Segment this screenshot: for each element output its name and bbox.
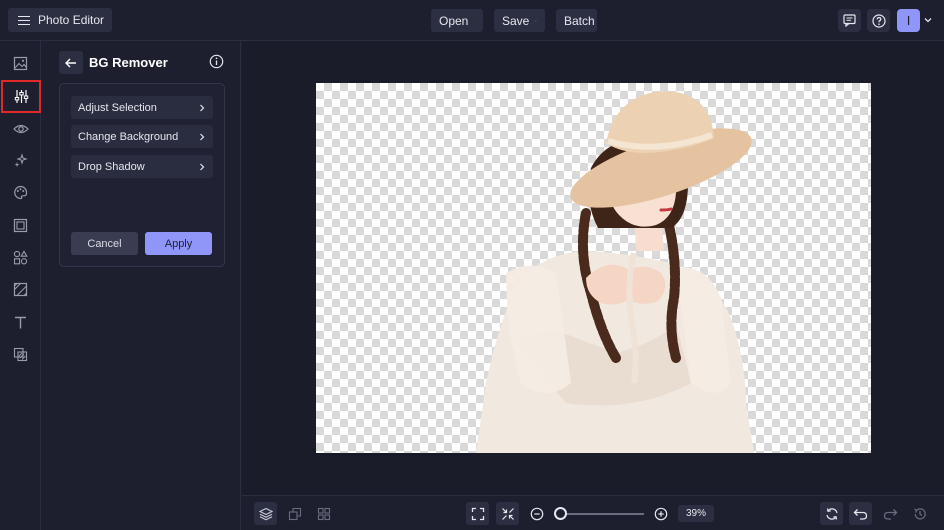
rail-item-graphics[interactable] — [6, 243, 35, 272]
rail-item-overlays[interactable] — [6, 340, 35, 369]
chevron-right-icon — [200, 104, 205, 111]
layers-icon — [258, 507, 273, 520]
feedback-button[interactable] — [838, 9, 861, 32]
save-menu-label: Save — [502, 13, 530, 28]
cancel-button[interactable]: Cancel — [71, 232, 138, 255]
cutout-subject-image — [476, 91, 754, 453]
rail-item-paint[interactable] — [6, 178, 35, 207]
fit-to-screen-button[interactable] — [466, 502, 489, 525]
info-icon[interactable] — [209, 54, 224, 69]
rail-item-image[interactable] — [6, 49, 35, 78]
fit-screen-icon — [471, 507, 484, 520]
drop-shadow-label: Drop Shadow — [78, 160, 145, 173]
help-button[interactable] — [867, 9, 890, 32]
text-icon — [15, 316, 26, 329]
history-button[interactable] — [908, 502, 931, 525]
change-background-option[interactable]: Change Background — [71, 125, 213, 148]
sparkle-effects-icon — [14, 153, 28, 167]
arrange-button[interactable] — [283, 502, 306, 525]
rail-item-effects[interactable] — [6, 146, 35, 175]
image-icon — [13, 56, 28, 71]
save-menu-button[interactable]: Save — [494, 9, 545, 32]
user-avatar[interactable]: I — [897, 9, 920, 32]
rail-item-text[interactable] — [6, 308, 35, 337]
back-button[interactable] — [59, 51, 83, 74]
redo-button[interactable] — [879, 502, 902, 525]
tool-rail — [0, 41, 41, 530]
grid-button[interactable] — [312, 502, 335, 525]
rail-item-adjustments[interactable] — [1, 80, 41, 113]
refresh-icon — [825, 507, 838, 520]
layers-button[interactable] — [254, 502, 277, 525]
shapes-icon — [13, 250, 28, 265]
panel-title: BG Remover — [89, 55, 168, 70]
reset-button[interactable] — [820, 502, 843, 525]
bg-remover-panel: BG Remover Adjust Selection Change Backg… — [41, 41, 241, 530]
drop-shadow-option[interactable]: Drop Shadow — [71, 155, 213, 178]
account-chevron-down-icon[interactable] — [924, 16, 932, 24]
change-background-label: Change Background — [78, 130, 179, 143]
chevron-down-icon — [474, 20, 475, 21]
eye-icon — [12, 124, 29, 133]
avatar-initial: I — [906, 13, 911, 28]
photo-layer[interactable] — [316, 83, 871, 453]
hamburger-icon — [18, 15, 30, 25]
top-bar: Photo Editor Open Save Batch I — [0, 0, 944, 41]
zoom-slider-track[interactable] — [556, 513, 644, 515]
grid-icon — [317, 507, 330, 520]
main-menu-button[interactable]: Photo Editor — [8, 8, 113, 32]
bg-remover-options-card: Adjust Selection Change Background Drop … — [59, 83, 225, 267]
frame-icon — [13, 218, 28, 233]
zoom-slider-handle[interactable] — [554, 507, 567, 520]
bottom-toolbar: 39% — [242, 495, 944, 530]
rail-item-view[interactable] — [6, 114, 35, 143]
chevron-right-icon — [200, 163, 205, 170]
actual-size-button[interactable] — [496, 502, 519, 525]
texture-icon — [13, 282, 28, 297]
open-menu-label: Open — [439, 13, 469, 28]
adjustments-sliders-icon — [14, 90, 28, 103]
batch-button[interactable]: Batch — [556, 9, 597, 32]
rail-item-textures[interactable] — [6, 275, 35, 304]
chevron-down-icon — [535, 20, 537, 21]
apply-button[interactable]: Apply — [145, 232, 212, 255]
overlay-icon — [13, 347, 28, 362]
zoom-out-button[interactable] — [525, 502, 548, 525]
zoom-in-button[interactable] — [649, 502, 672, 525]
editor-canvas[interactable] — [242, 41, 944, 495]
undo-icon — [853, 508, 868, 520]
undo-button[interactable] — [849, 502, 872, 525]
adjust-selection-label: Adjust Selection — [78, 101, 157, 114]
palette-icon — [14, 185, 28, 200]
arrange-icon — [288, 507, 301, 520]
batch-label: Batch — [564, 13, 595, 28]
redo-icon — [883, 508, 898, 520]
zoom-out-icon — [530, 507, 543, 520]
shrink-icon — [501, 507, 514, 520]
app-title: Photo Editor — [38, 13, 105, 27]
history-icon — [913, 507, 926, 519]
rail-item-frames[interactable] — [6, 211, 35, 240]
help-icon — [871, 13, 886, 28]
chevron-right-icon — [200, 133, 205, 140]
arrow-left-icon — [65, 58, 76, 67]
zoom-in-icon — [654, 507, 667, 520]
open-menu-button[interactable]: Open — [431, 9, 483, 32]
zoom-percentage[interactable]: 39% — [678, 505, 714, 522]
chat-icon — [843, 14, 856, 27]
adjust-selection-option[interactable]: Adjust Selection — [71, 96, 213, 119]
